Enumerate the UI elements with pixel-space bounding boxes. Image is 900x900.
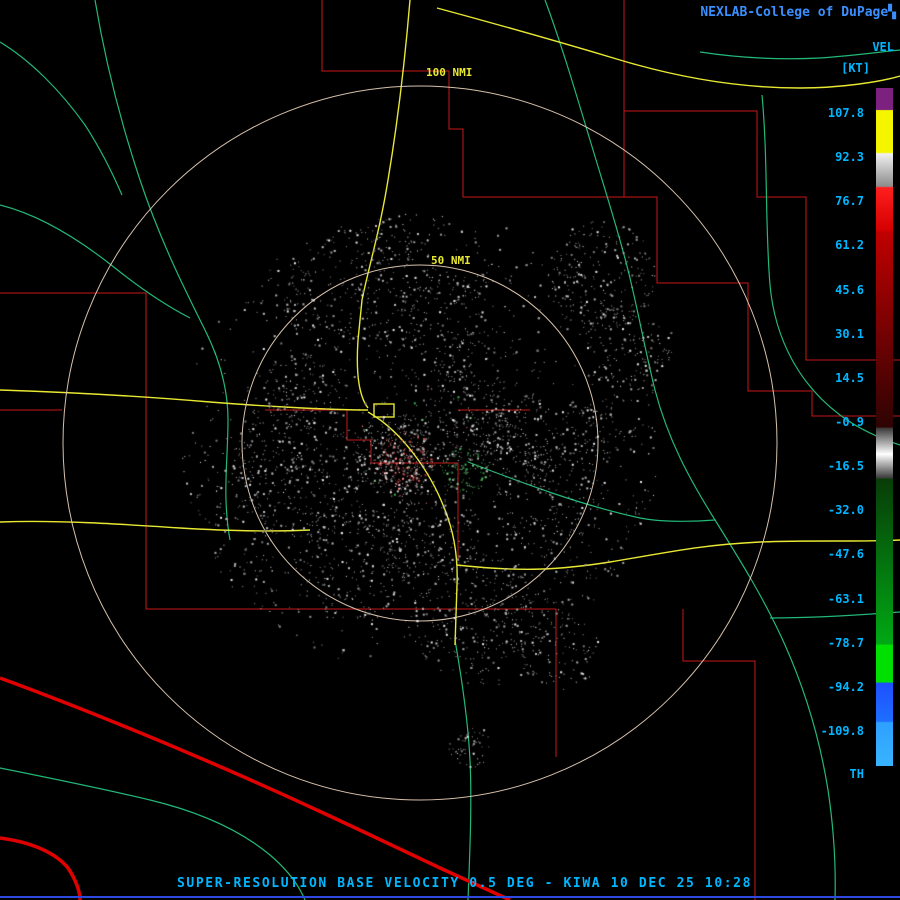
colorbar-tick: -78.7 [827, 635, 864, 650]
colorbar-tick: -109.8 [820, 723, 864, 738]
colorbar-tick: -0.9 [835, 414, 864, 429]
cod-logo-icon: ▚ [888, 5, 896, 20]
colorbar-tick: -16.5 [827, 459, 864, 474]
colorbar-tick: 30.1 [835, 326, 864, 341]
product-label: VEL [872, 40, 894, 54]
colorbar-tick: -94.2 [827, 679, 864, 694]
colorbar-tick: -47.6 [827, 547, 864, 562]
colorbar-tick: 45.6 [835, 282, 864, 297]
range-ring-label-50nmi: 50 NMI [431, 254, 471, 267]
product-title: SUPER-RESOLUTION BASE VELOCITY 0.5 DEG -… [177, 876, 753, 891]
colorbar-tick: 92.3 [835, 150, 864, 165]
velocity-echoes [0, 0, 900, 900]
site-header: NEXLAB-College of DuPage▚ [700, 5, 896, 20]
colorbar-tick: 61.2 [835, 238, 864, 253]
velocity-color-scale [876, 88, 893, 766]
colorbar-tick: 76.7 [835, 194, 864, 209]
threshold-label: TH [849, 767, 864, 781]
radar-display: 100 NMI 50 NMI NEXLAB-College of DuPage▚… [0, 0, 900, 900]
colorbar-tick: 14.5 [835, 370, 864, 385]
colorbar-tick: 107.8 [827, 106, 864, 120]
range-ring-label-100nmi: 100 NMI [426, 66, 473, 79]
unit-label: [KT] [841, 61, 870, 75]
colorbar-tick: -63.1 [827, 591, 864, 606]
colorbar-tick: -32.0 [827, 503, 864, 518]
header-title: NEXLAB-College of DuPage [700, 5, 889, 20]
